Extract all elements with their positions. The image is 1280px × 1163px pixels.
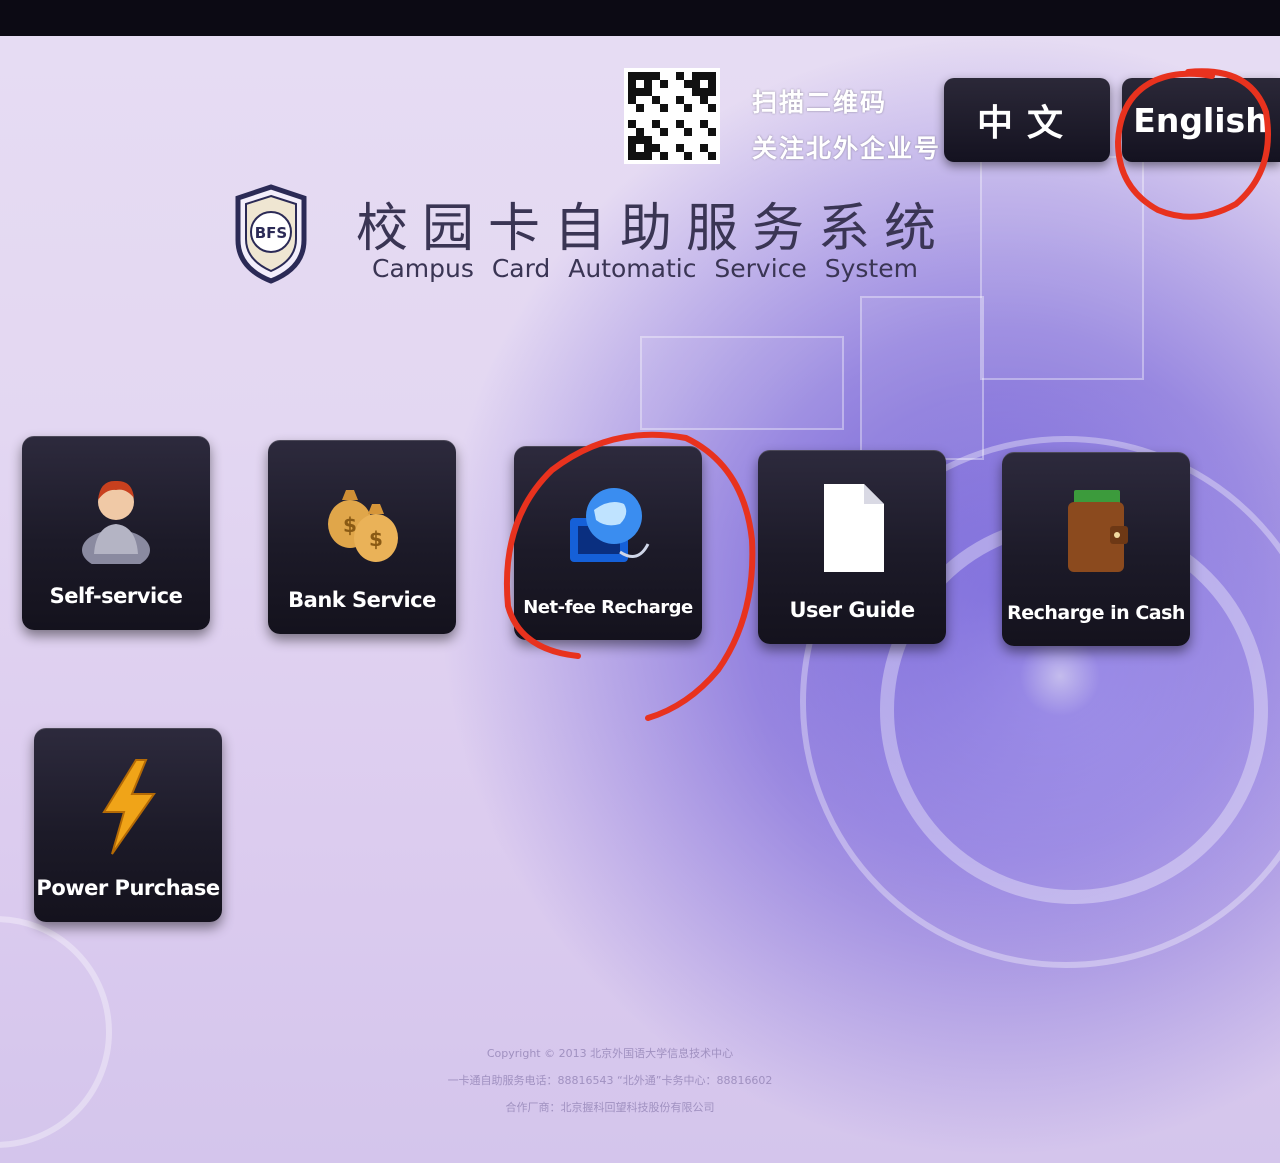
qr-caption-line2: 关注北外企业号 — [752, 134, 942, 163]
recharge-in-cash-label: Recharge in Cash — [1007, 602, 1185, 624]
user-guide-label: User Guide — [789, 598, 915, 622]
net-fee-recharge-button[interactable]: Net-fee Recharge — [514, 446, 702, 640]
kiosk-screen: 扫描二维码 关注北外企业号 中文 English BFS 校园卡自助服务系统 C… — [0, 36, 1280, 1163]
background-ring — [0, 916, 112, 1148]
system-title-english: Campus Card Automatic Service System — [372, 254, 918, 283]
footer-partner: 合作厂商：北京握科回望科技股份有限公司 — [505, 1101, 715, 1114]
chinese-language-button[interactable]: 中文 — [944, 78, 1110, 162]
background-decoration — [860, 296, 984, 460]
qr-code — [624, 68, 720, 164]
wallet-icon — [1068, 490, 1128, 572]
footer: Copyright © 2013 北京外国语大学信息技术中心 一卡通自助服务电话… — [380, 1040, 840, 1121]
document-icon — [824, 484, 884, 572]
system-title-chinese: 校园卡自助服务系统 — [356, 199, 951, 259]
person-icon — [82, 480, 150, 564]
qr-caption: 扫描二维码 关注北外企业号 — [752, 80, 952, 172]
bank-service-button[interactable]: $ $ Bank Service — [268, 440, 456, 634]
footer-copyright: Copyright © 2013 北京外国语大学信息技术中心 — [486, 1047, 734, 1060]
university-logo: BFS — [235, 184, 307, 284]
power-purchase-label: Power Purchase — [36, 876, 220, 900]
qr-caption-line1: 扫描二维码 — [752, 88, 888, 117]
bank-service-label: Bank Service — [288, 588, 436, 612]
english-language-button[interactable]: English — [1122, 78, 1280, 162]
background-decoration — [980, 156, 1144, 380]
self-service-label: Self-service — [49, 584, 183, 608]
power-purchase-button[interactable]: Power Purchase — [34, 728, 222, 922]
logo-lettering: BFS — [255, 224, 287, 242]
user-guide-button[interactable]: User Guide — [758, 450, 946, 644]
globe-network-icon — [570, 488, 650, 562]
footer-hotline: 一卡通自助服务电话：88816543 “北外通”卡务中心：88816602 — [447, 1074, 773, 1087]
self-service-button[interactable]: Self-service — [22, 436, 210, 630]
svg-text:$: $ — [369, 527, 383, 551]
recharge-in-cash-button[interactable]: Recharge in Cash — [1002, 452, 1190, 646]
net-fee-recharge-label: Net-fee Recharge — [523, 597, 693, 618]
money-bags-icon: $ $ — [328, 490, 398, 562]
lightning-icon — [102, 759, 156, 855]
background-decoration — [640, 336, 844, 430]
